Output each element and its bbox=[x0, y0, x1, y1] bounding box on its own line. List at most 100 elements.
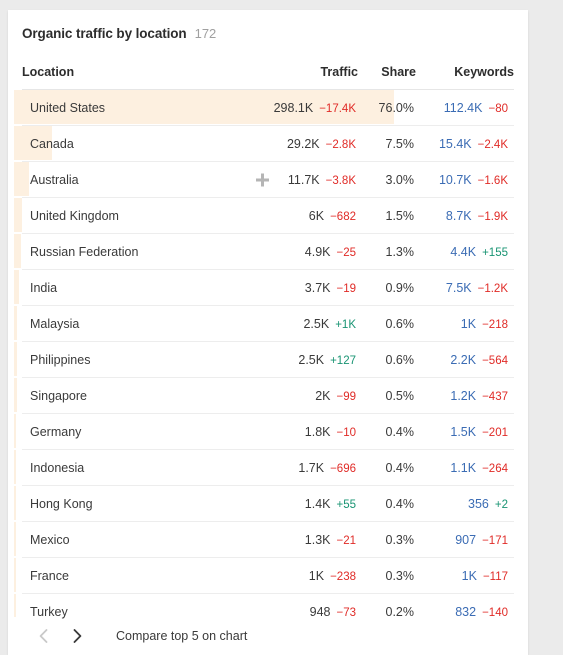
cell-location[interactable]: Canada bbox=[14, 125, 254, 162]
keywords-value[interactable]: 1.5K bbox=[450, 425, 476, 439]
table-row[interactable]: Australia 11.7K −3.8K 3.0% 10.7K −1.6K bbox=[14, 161, 514, 198]
share-value: 76.0% bbox=[378, 100, 414, 115]
keywords-value[interactable]: 1.2K bbox=[450, 389, 476, 403]
traffic-delta: −696 bbox=[330, 462, 356, 475]
cell-location[interactable]: Russian Federation bbox=[14, 233, 254, 270]
share-bar bbox=[14, 378, 17, 412]
cell-location[interactable]: India bbox=[14, 269, 254, 306]
keywords-value[interactable]: 15.4K bbox=[439, 137, 472, 151]
cell-share: 0.4% bbox=[358, 449, 416, 486]
share-value: 1.3% bbox=[385, 244, 415, 259]
cell-share: 0.5% bbox=[358, 377, 416, 414]
traffic-delta: −682 bbox=[330, 210, 356, 223]
keywords-value[interactable]: 907 bbox=[455, 533, 476, 547]
cell-location[interactable]: Indonesia bbox=[14, 449, 254, 486]
share-value: 0.5% bbox=[385, 388, 415, 403]
keywords-value[interactable]: 8.7K bbox=[446, 209, 472, 223]
location-name: Hong Kong bbox=[30, 496, 93, 511]
column-header-traffic[interactable]: Traffic bbox=[254, 57, 358, 90]
keywords-value[interactable]: 4.4K bbox=[450, 245, 476, 259]
keywords-value[interactable]: 7.5K bbox=[446, 281, 472, 295]
cell-location[interactable]: United Kingdom bbox=[14, 197, 254, 234]
table-footer: Compare top 5 on chart bbox=[8, 617, 528, 655]
cell-keywords: 1K −218 bbox=[416, 305, 514, 342]
share-value: 0.4% bbox=[385, 460, 415, 475]
traffic-delta: −10 bbox=[336, 426, 356, 439]
table-row[interactable]: Indonesia 1.7K −696 0.4% 1.1K −264 bbox=[14, 449, 514, 486]
keywords-value[interactable]: 1K bbox=[462, 569, 477, 583]
cell-share: 1.5% bbox=[358, 197, 416, 234]
table-row[interactable]: Mexico 1.3K −21 0.3% 907 −171 bbox=[14, 521, 514, 558]
cell-keywords: 1K −117 bbox=[416, 557, 514, 594]
location-name: Malaysia bbox=[30, 316, 80, 331]
keywords-value[interactable]: 1.1K bbox=[450, 461, 476, 475]
next-page-button[interactable] bbox=[64, 623, 90, 649]
location-name: Germany bbox=[30, 424, 82, 439]
cell-location[interactable]: United States bbox=[14, 89, 394, 126]
table-row[interactable]: Hong Kong 1.4K +55 0.4% 356 +2 bbox=[14, 485, 514, 522]
card-header: Organic traffic by location 172 bbox=[8, 10, 528, 57]
compare-top-5-link[interactable]: Compare top 5 on chart bbox=[116, 629, 247, 643]
keywords-value[interactable]: 356 bbox=[468, 497, 489, 511]
traffic-value: 948 bbox=[309, 604, 331, 619]
traffic-value: 1K bbox=[308, 568, 325, 583]
share-bar bbox=[14, 486, 16, 520]
table-row[interactable]: France 1K −238 0.3% 1K −117 bbox=[14, 557, 514, 594]
table-row[interactable]: Canada 29.2K −2.8K 7.5% 15.4K −2.4K bbox=[14, 125, 514, 162]
share-bar bbox=[14, 558, 16, 592]
column-header-location[interactable]: Location bbox=[22, 57, 254, 90]
cell-location[interactable]: France bbox=[14, 557, 254, 594]
traffic-delta: −3.8K bbox=[325, 174, 356, 187]
cell-location[interactable]: Hong Kong bbox=[14, 485, 254, 522]
keywords-value[interactable]: 2.2K bbox=[450, 353, 476, 367]
cell-location[interactable]: Mexico bbox=[14, 521, 254, 558]
keywords-delta: −218 bbox=[482, 318, 508, 331]
keywords-delta: −264 bbox=[482, 462, 508, 475]
cell-traffic: 3.7K −19 bbox=[254, 269, 358, 306]
keywords-value[interactable]: 1K bbox=[461, 317, 476, 331]
traffic-delta: −25 bbox=[336, 246, 356, 259]
table-row[interactable]: United Kingdom 6K −682 1.5% 8.7K −1.9K bbox=[14, 197, 514, 234]
cell-traffic: 11.7K −3.8K bbox=[254, 161, 358, 198]
share-bar bbox=[14, 414, 16, 448]
table-row[interactable]: Russian Federation 4.9K −25 1.3% 4.4K +155 bbox=[14, 233, 514, 270]
location-name: France bbox=[30, 568, 69, 583]
prev-page-button[interactable] bbox=[30, 623, 56, 649]
cell-traffic: 29.2K −2.8K bbox=[254, 125, 358, 162]
keywords-value[interactable]: 10.7K bbox=[439, 173, 472, 187]
locations-table: Location Traffic Share Keywords United S… bbox=[14, 57, 514, 630]
table-row[interactable]: Philippines 2.5K +127 0.6% 2.2K −564 bbox=[14, 341, 514, 378]
share-value: 0.6% bbox=[385, 352, 415, 367]
cell-traffic: 2.5K +127 bbox=[254, 341, 358, 378]
column-header-keywords[interactable]: Keywords bbox=[416, 57, 514, 90]
cell-keywords: 356 +2 bbox=[416, 485, 514, 522]
keywords-delta: −564 bbox=[482, 354, 508, 367]
traffic-delta: +127 bbox=[330, 354, 356, 367]
keywords-value[interactable]: 112.4K bbox=[444, 101, 483, 115]
traffic-value: 2.5K bbox=[298, 352, 325, 367]
share-bar bbox=[14, 522, 16, 556]
traffic-value: 2.5K bbox=[303, 316, 330, 331]
share-bar bbox=[14, 198, 22, 232]
cell-location[interactable]: Philippines bbox=[14, 341, 254, 378]
table-row[interactable]: India 3.7K −19 0.9% 7.5K −1.2K bbox=[14, 269, 514, 306]
table-row[interactable]: United States 298.1K −17.4K 76.0% 112.4K −80 bbox=[14, 89, 514, 126]
cell-location[interactable]: Singapore bbox=[14, 377, 254, 414]
traffic-value: 6K bbox=[308, 208, 325, 223]
table-row[interactable]: Singapore 2K −99 0.5% 1.2K −437 bbox=[14, 377, 514, 414]
keywords-delta: −201 bbox=[482, 426, 508, 439]
add-to-chart-plus-icon[interactable] bbox=[256, 173, 269, 186]
traffic-value: 1.7K bbox=[298, 460, 325, 475]
keywords-delta: −2.4K bbox=[477, 138, 508, 151]
keywords-delta: −171 bbox=[482, 534, 508, 547]
keywords-value[interactable]: 832 bbox=[455, 605, 476, 619]
cell-keywords: 7.5K −1.2K bbox=[416, 269, 514, 306]
cell-location[interactable]: Germany bbox=[14, 413, 254, 450]
cell-share: 0.4% bbox=[358, 485, 416, 522]
table-row[interactable]: Malaysia 2.5K +1K 0.6% 1K −218 bbox=[14, 305, 514, 342]
cell-location[interactable]: Australia bbox=[14, 161, 269, 198]
cell-location[interactable]: Malaysia bbox=[14, 305, 254, 342]
table-header: Location Traffic Share Keywords bbox=[22, 57, 514, 90]
table-row[interactable]: Germany 1.8K −10 0.4% 1.5K −201 bbox=[14, 413, 514, 450]
column-header-share[interactable]: Share bbox=[358, 57, 416, 90]
